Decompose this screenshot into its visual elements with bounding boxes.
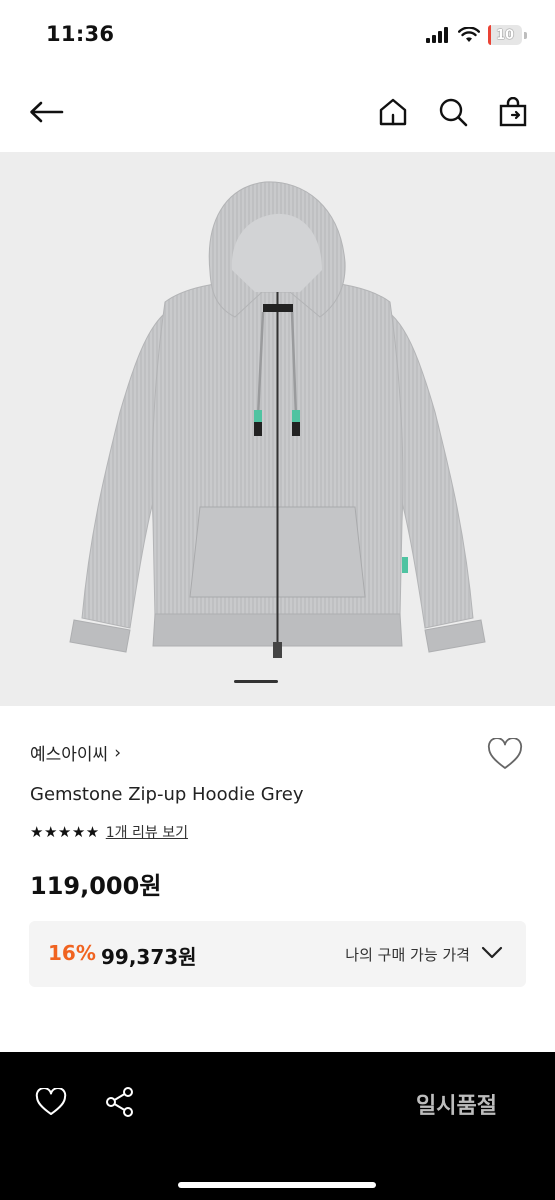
nav-bar	[0, 80, 555, 142]
brand-link[interactable]: 예스아이씨 ›	[30, 740, 122, 766]
shopping-bag-icon	[499, 97, 527, 127]
soldout-button[interactable]: 일시품절	[416, 1088, 497, 1120]
home-icon	[379, 98, 407, 126]
discount-label: 나의 구매 가능 가격	[345, 946, 470, 964]
search-icon	[439, 98, 468, 127]
review-link[interactable]: 1개 리뷰 보기	[106, 822, 188, 842]
home-button[interactable]	[373, 92, 413, 132]
product-name: Gemstone Zip-up Hoodie Grey	[30, 784, 304, 805]
discount-box[interactable]: 16% 99,373원 나의 구매 가능 가격	[29, 921, 526, 987]
product-price: 119,000원	[30, 872, 162, 900]
discount-price: 99,373원	[101, 945, 197, 969]
discount-rate: 16%	[48, 941, 96, 965]
battery-tip	[524, 31, 527, 39]
bottom-action-bar: 일시품절	[0, 1052, 555, 1200]
wishlist-button[interactable]	[485, 734, 525, 774]
hoodie-illustration	[69, 181, 486, 658]
cart-button[interactable]	[493, 92, 533, 132]
search-button[interactable]	[433, 92, 473, 132]
signal-icon	[426, 27, 448, 43]
product-image[interactable]	[0, 152, 555, 706]
status-time: 11:36	[46, 22, 115, 46]
battery-level	[488, 25, 492, 45]
share-icon	[106, 1087, 133, 1117]
back-button[interactable]	[26, 92, 66, 132]
carousel-indicator	[234, 680, 278, 683]
heart-outline-icon	[487, 738, 523, 769]
nav-actions	[373, 92, 533, 132]
battery-icon: 10	[488, 25, 522, 45]
share-button[interactable]	[100, 1082, 140, 1122]
status-icons: 10	[426, 24, 527, 46]
battery-percent: 10	[495, 27, 515, 43]
chevron-down-icon[interactable]	[480, 941, 504, 965]
heart-icon	[35, 1088, 67, 1115]
home-indicator	[178, 1182, 376, 1188]
arrow-left-icon	[30, 101, 64, 123]
star-rating-icon: ★★★★★	[30, 823, 100, 841]
rating-row: ★★★★★ 1개 리뷰 보기	[30, 822, 188, 842]
chevron-right-icon: ›	[114, 742, 122, 763]
status-bar: 11:36 10	[0, 0, 555, 70]
wifi-icon	[458, 27, 480, 42]
bottom-wishlist-button[interactable]	[31, 1082, 71, 1122]
brand-name: 예스아이씨	[30, 745, 109, 765]
